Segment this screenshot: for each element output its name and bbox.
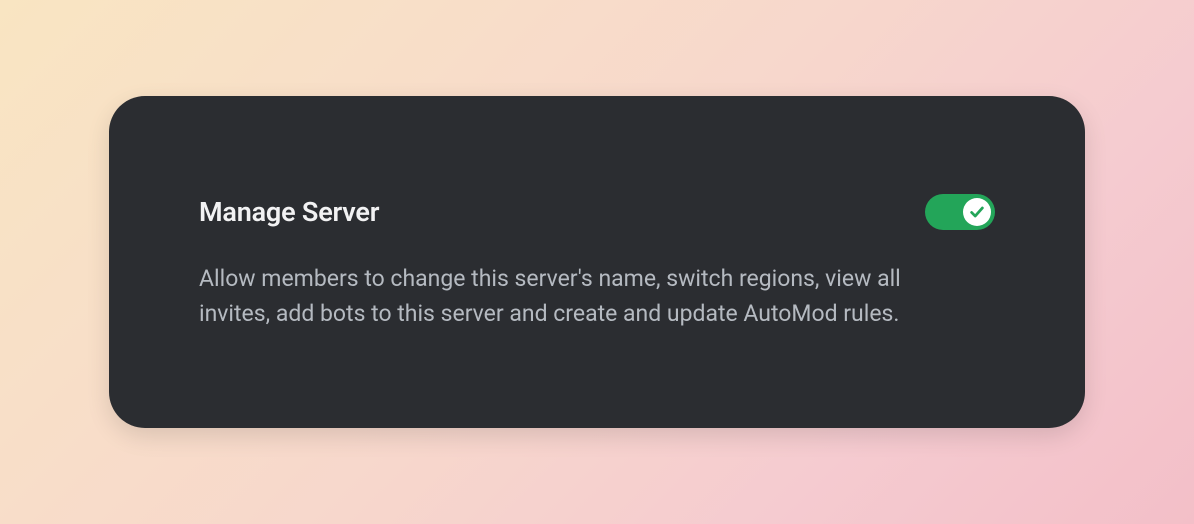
permission-title: Manage Server <box>199 196 379 228</box>
permission-card: Manage Server Allow members to change th… <box>109 96 1085 428</box>
manage-server-toggle[interactable] <box>925 194 995 230</box>
check-icon <box>968 203 986 221</box>
toggle-knob <box>963 198 991 226</box>
permission-header-row: Manage Server <box>199 194 995 230</box>
permission-description: Allow members to change this server's na… <box>199 262 969 331</box>
